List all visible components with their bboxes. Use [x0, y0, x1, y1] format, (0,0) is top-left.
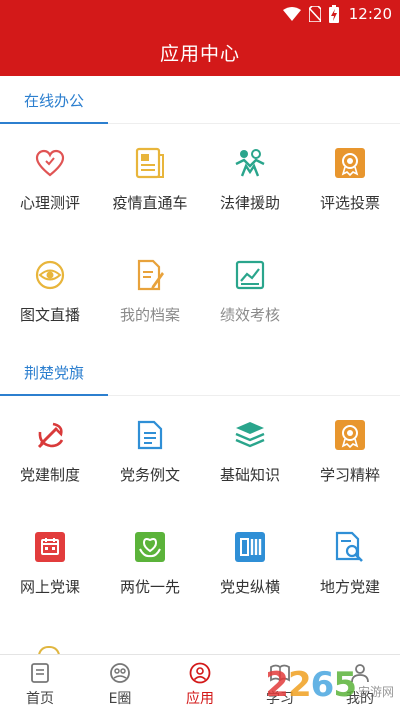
section-header-jingchu-party: 荆楚党旗	[0, 348, 400, 396]
app-content[interactable]: 在线办公 心理测评 疫情直通车 法律援助 评选投票 图文直播 我的档案 绩效考核…	[0, 76, 400, 654]
tile-label: 我的档案	[119, 306, 180, 324]
app-grid-jingchu-party: 党建制度 党务例文 基础知识 学习精粹 网上党课 两优一先 党史纵横 地方党建	[0, 396, 400, 620]
tab-label: 首页	[26, 691, 54, 707]
circle-icon	[110, 663, 130, 683]
tab-label: 应用	[186, 691, 214, 707]
search-doc-icon	[333, 530, 367, 564]
app-tile-excellence[interactable]: 两优一先	[100, 508, 200, 620]
tab-label: 我的	[346, 691, 374, 707]
tab-label: E圈	[108, 691, 132, 707]
tile-label: 学习精粹	[319, 466, 380, 484]
history-icon	[233, 530, 267, 564]
tile-label: 法律援助	[219, 194, 280, 212]
app-tile-live[interactable]: 图文直播	[0, 236, 100, 348]
battery-charging-icon	[328, 5, 339, 23]
award-icon	[333, 418, 367, 452]
app-tile-local-party[interactable]: 地方党建	[300, 508, 400, 620]
section-title: 荆楚党旗	[24, 364, 85, 382]
app-tile-vote[interactable]: 评选投票	[300, 124, 400, 236]
document-icon	[133, 146, 167, 180]
section-underline	[0, 122, 108, 124]
tile-label: 心理测评	[19, 194, 80, 212]
app-tile-party-history[interactable]: 党史纵横	[200, 508, 300, 620]
tab-label: 学习	[266, 691, 294, 707]
book-icon	[270, 664, 290, 682]
app-tile-party-rules[interactable]: 党建制度	[0, 396, 100, 508]
status-icons: 12:20	[282, 4, 392, 24]
tab-mine[interactable]: 我的	[320, 655, 400, 711]
app-tile-my-archive[interactable]: 我的档案	[100, 236, 200, 348]
tile-label: 绩效考核	[219, 306, 280, 324]
app-tile-epidemic[interactable]: 疫情直通车	[100, 124, 200, 236]
tile-label: 地方党建	[319, 578, 380, 596]
calendar-icon	[33, 530, 67, 564]
app-tile-performance[interactable]: 绩效考核	[200, 236, 300, 348]
title-bar: 应用中心	[0, 28, 400, 76]
status-time: 12:20	[348, 5, 392, 23]
app-tile-online-class[interactable]: 网上党课	[0, 508, 100, 620]
tile-label: 两优一先	[119, 578, 180, 596]
hands-icon	[133, 530, 167, 564]
tile-label: 党史纵横	[219, 578, 280, 596]
hearts-icon	[33, 146, 67, 180]
app-tile-study-essence[interactable]: 学习精粹	[300, 396, 400, 508]
section-underline	[0, 394, 108, 396]
tile-label: 评选投票	[319, 194, 380, 212]
tile-label: 图文直播	[19, 306, 80, 324]
app-tile-psych-test[interactable]: 心理测评	[0, 124, 100, 236]
tab-home[interactable]: 首页	[0, 655, 80, 711]
tile-label: 疫情直通车	[112, 194, 188, 212]
section-title: 在线办公	[24, 92, 85, 110]
bottom-tab-bar: 首页 E圈 应用 学习 我的	[0, 654, 400, 711]
page-title: 应用中心	[159, 42, 240, 65]
party-emblem-icon	[33, 418, 67, 452]
edit-file-icon	[133, 258, 167, 292]
books-icon	[233, 418, 267, 452]
tab-e-circle[interactable]: E圈	[80, 655, 160, 711]
tab-apps[interactable]: 应用	[160, 655, 240, 711]
no-sim-icon	[308, 6, 321, 22]
app-tile-basics[interactable]: 基础知识	[200, 396, 300, 508]
award-icon	[333, 146, 367, 180]
app-grid-online-office: 心理测评 疫情直通车 法律援助 评选投票 图文直播 我的档案 绩效考核	[0, 124, 400, 348]
people-help-icon	[233, 146, 267, 180]
wifi-icon	[282, 7, 301, 21]
chart-icon	[233, 258, 267, 292]
article-icon	[133, 418, 167, 452]
partial-tile-icon	[38, 646, 60, 654]
app-tile-party-articles[interactable]: 党务例文	[100, 396, 200, 508]
tab-study[interactable]: 学习	[240, 655, 320, 711]
tile-label: 基础知识	[219, 466, 280, 484]
tile-label: 网上党课	[19, 578, 80, 596]
home-icon	[31, 663, 49, 683]
app-icon	[189, 662, 211, 684]
section-header-online-office: 在线办公	[0, 76, 400, 124]
app-tile-legal-aid[interactable]: 法律援助	[200, 124, 300, 236]
eye-icon	[33, 258, 67, 292]
tile-label: 党务例文	[119, 466, 180, 484]
status-bar: 12:20	[0, 0, 400, 28]
user-icon	[351, 664, 369, 683]
tile-label: 党建制度	[19, 466, 80, 484]
